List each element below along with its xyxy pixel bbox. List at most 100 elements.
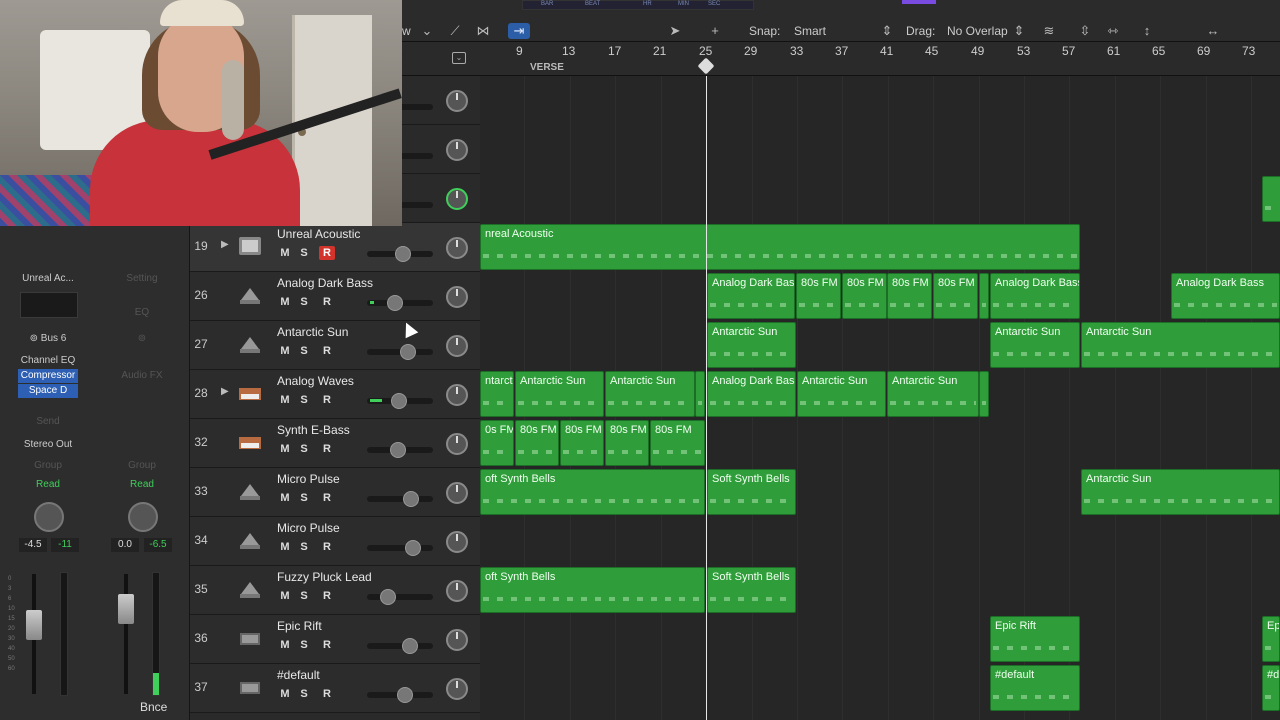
- region[interactable]: 0s FM: [480, 420, 514, 466]
- volume-slider[interactable]: [367, 643, 433, 649]
- region[interactable]: 80s FM: [842, 273, 887, 319]
- volume-slider-handle[interactable]: [400, 344, 416, 360]
- volume-value[interactable]: -4.5: [19, 538, 47, 552]
- solo-button[interactable]: S: [296, 344, 312, 358]
- region[interactable]: 80s FM: [887, 273, 932, 319]
- track-name[interactable]: Micro Pulse: [277, 521, 340, 535]
- drag-dropdown[interactable]: No Overlap: [947, 24, 1008, 38]
- volume-slider-handle[interactable]: [387, 295, 403, 311]
- track-header[interactable]: 34 Micro Pulse M S R: [190, 517, 480, 566]
- solo-button[interactable]: S: [296, 638, 312, 652]
- volume-slider-handle[interactable]: [390, 442, 406, 458]
- vertical-fit-icon[interactable]: ⇳: [1074, 23, 1096, 39]
- channel-setting-slot[interactable]: [20, 292, 78, 318]
- pan-knob[interactable]: [446, 580, 468, 602]
- region[interactable]: oft Synth Bells: [480, 469, 705, 515]
- volume-value[interactable]: 0.0: [111, 538, 139, 552]
- tracks-area[interactable]: nreal Acoustic Analog Dark Bass 80s FM 8…: [480, 76, 1280, 720]
- region[interactable]: Soft Synth Bells: [707, 567, 796, 613]
- volume-slider-handle[interactable]: [405, 540, 421, 556]
- record-button[interactable]: R: [319, 540, 335, 554]
- volume-slider[interactable]: [367, 545, 433, 551]
- volume-slider[interactable]: [367, 496, 433, 502]
- horizontal-zoom-icon[interactable]: ↔: [1202, 23, 1224, 39]
- volume-slider-handle[interactable]: [402, 638, 418, 654]
- playhead-handle[interactable]: [697, 57, 715, 75]
- pan-knob[interactable]: [446, 286, 468, 308]
- region[interactable]: 80s FM: [933, 273, 978, 319]
- region[interactable]: Ep: [1262, 616, 1280, 662]
- region[interactable]: Analog Dark Bass: [707, 273, 795, 319]
- snap-stepper-icon[interactable]: ⇕: [876, 23, 898, 39]
- pan-knob[interactable]: [446, 237, 468, 259]
- volume-fader-handle[interactable]: [118, 594, 134, 624]
- playhead-line[interactable]: [706, 76, 707, 720]
- pan-knob[interactable]: [446, 678, 468, 700]
- region[interactable]: Analog Dark Bass: [990, 273, 1080, 319]
- plugin-space-designer[interactable]: Space D: [18, 384, 78, 398]
- group-slot[interactable]: Group: [18, 459, 78, 473]
- record-button[interactable]: R: [319, 344, 335, 358]
- record-button[interactable]: R: [319, 687, 335, 701]
- snap-dropdown[interactable]: Smart: [794, 24, 826, 38]
- plugin-compressor[interactable]: Compressor: [18, 369, 78, 383]
- region[interactable]: nreal Acoustic: [480, 224, 1080, 270]
- automation-curve-icon[interactable]: ⟋: [444, 23, 466, 39]
- pan-knob[interactable]: [446, 335, 468, 357]
- volume-fader-track[interactable]: [124, 574, 128, 694]
- audio-fx-slot[interactable]: Audio FX: [112, 369, 172, 383]
- region[interactable]: Soft Synth Bells: [707, 469, 796, 515]
- drag-stepper-icon[interactable]: ⇕: [1008, 23, 1030, 39]
- solo-button[interactable]: S: [296, 393, 312, 407]
- region[interactable]: Antarctic Sun: [1081, 469, 1280, 515]
- region[interactable]: Antarctic Sun: [515, 371, 604, 417]
- region[interactable]: Antarctic Sun: [990, 322, 1080, 368]
- pointer-tool-icon[interactable]: ➤: [664, 23, 686, 39]
- vertical-zoom-icon[interactable]: ↕: [1136, 23, 1158, 39]
- region[interactable]: Antarctic Sun: [1081, 322, 1280, 368]
- volume-slider-handle[interactable]: [403, 491, 419, 507]
- pan-knob[interactable]: [446, 482, 468, 504]
- mute-button[interactable]: M: [277, 344, 293, 358]
- volume-slider[interactable]: [367, 594, 433, 600]
- volume-slider-handle[interactable]: [395, 246, 411, 262]
- region[interactable]: [1262, 176, 1280, 222]
- solo-button[interactable]: S: [296, 589, 312, 603]
- track-name[interactable]: Unreal Acoustic: [277, 227, 360, 241]
- link-icon[interactable]: ⊚: [112, 332, 172, 346]
- mute-button[interactable]: M: [277, 295, 293, 309]
- record-button[interactable]: R: [319, 442, 335, 456]
- region[interactable]: 80s FM: [560, 420, 604, 466]
- section-marker-verse[interactable]: VERSE: [530, 62, 564, 73]
- pencil-tool-icon[interactable]: +: [704, 23, 726, 39]
- region[interactable]: [695, 371, 705, 417]
- record-button[interactable]: R: [319, 491, 335, 505]
- track-header[interactable]: 35 Fuzzy Pluck Lead M S R: [190, 566, 480, 615]
- region[interactable]: 80s FM: [796, 273, 841, 319]
- region[interactable]: #default: [990, 665, 1080, 711]
- output-slot[interactable]: Stereo Out: [18, 438, 78, 452]
- mute-button[interactable]: M: [277, 638, 293, 652]
- solo-button[interactable]: S: [296, 687, 312, 701]
- track-name[interactable]: Analog Waves: [277, 374, 354, 388]
- pan-knob[interactable]: [128, 502, 158, 532]
- horizontal-fit-icon[interactable]: ⇿: [1102, 23, 1124, 39]
- mute-button[interactable]: M: [277, 491, 293, 505]
- bus-input-slot[interactable]: ⊚ Bus 6: [18, 332, 78, 346]
- region[interactable]: 80s FM: [515, 420, 559, 466]
- solo-button[interactable]: S: [296, 442, 312, 456]
- channel-name[interactable]: Unreal Ac...: [18, 272, 78, 286]
- track-name[interactable]: Fuzzy Pluck Lead: [277, 570, 372, 584]
- mute-button[interactable]: M: [277, 589, 293, 603]
- record-button[interactable]: R: [319, 589, 335, 603]
- flex-time-icon[interactable]: ⋈: [472, 23, 494, 39]
- pan-knob[interactable]: [446, 629, 468, 651]
- region[interactable]: Analog Dark Bass: [1171, 273, 1280, 319]
- track-name[interactable]: #default: [277, 668, 320, 682]
- track-header[interactable]: 26 Analog Dark Bass M S R: [190, 272, 480, 321]
- track-name[interactable]: Synth E-Bass: [277, 423, 350, 437]
- solo-button[interactable]: S: [296, 295, 312, 309]
- automation-mode[interactable]: Read: [18, 478, 78, 492]
- record-button[interactable]: R: [319, 638, 335, 652]
- pan-knob[interactable]: [446, 384, 468, 406]
